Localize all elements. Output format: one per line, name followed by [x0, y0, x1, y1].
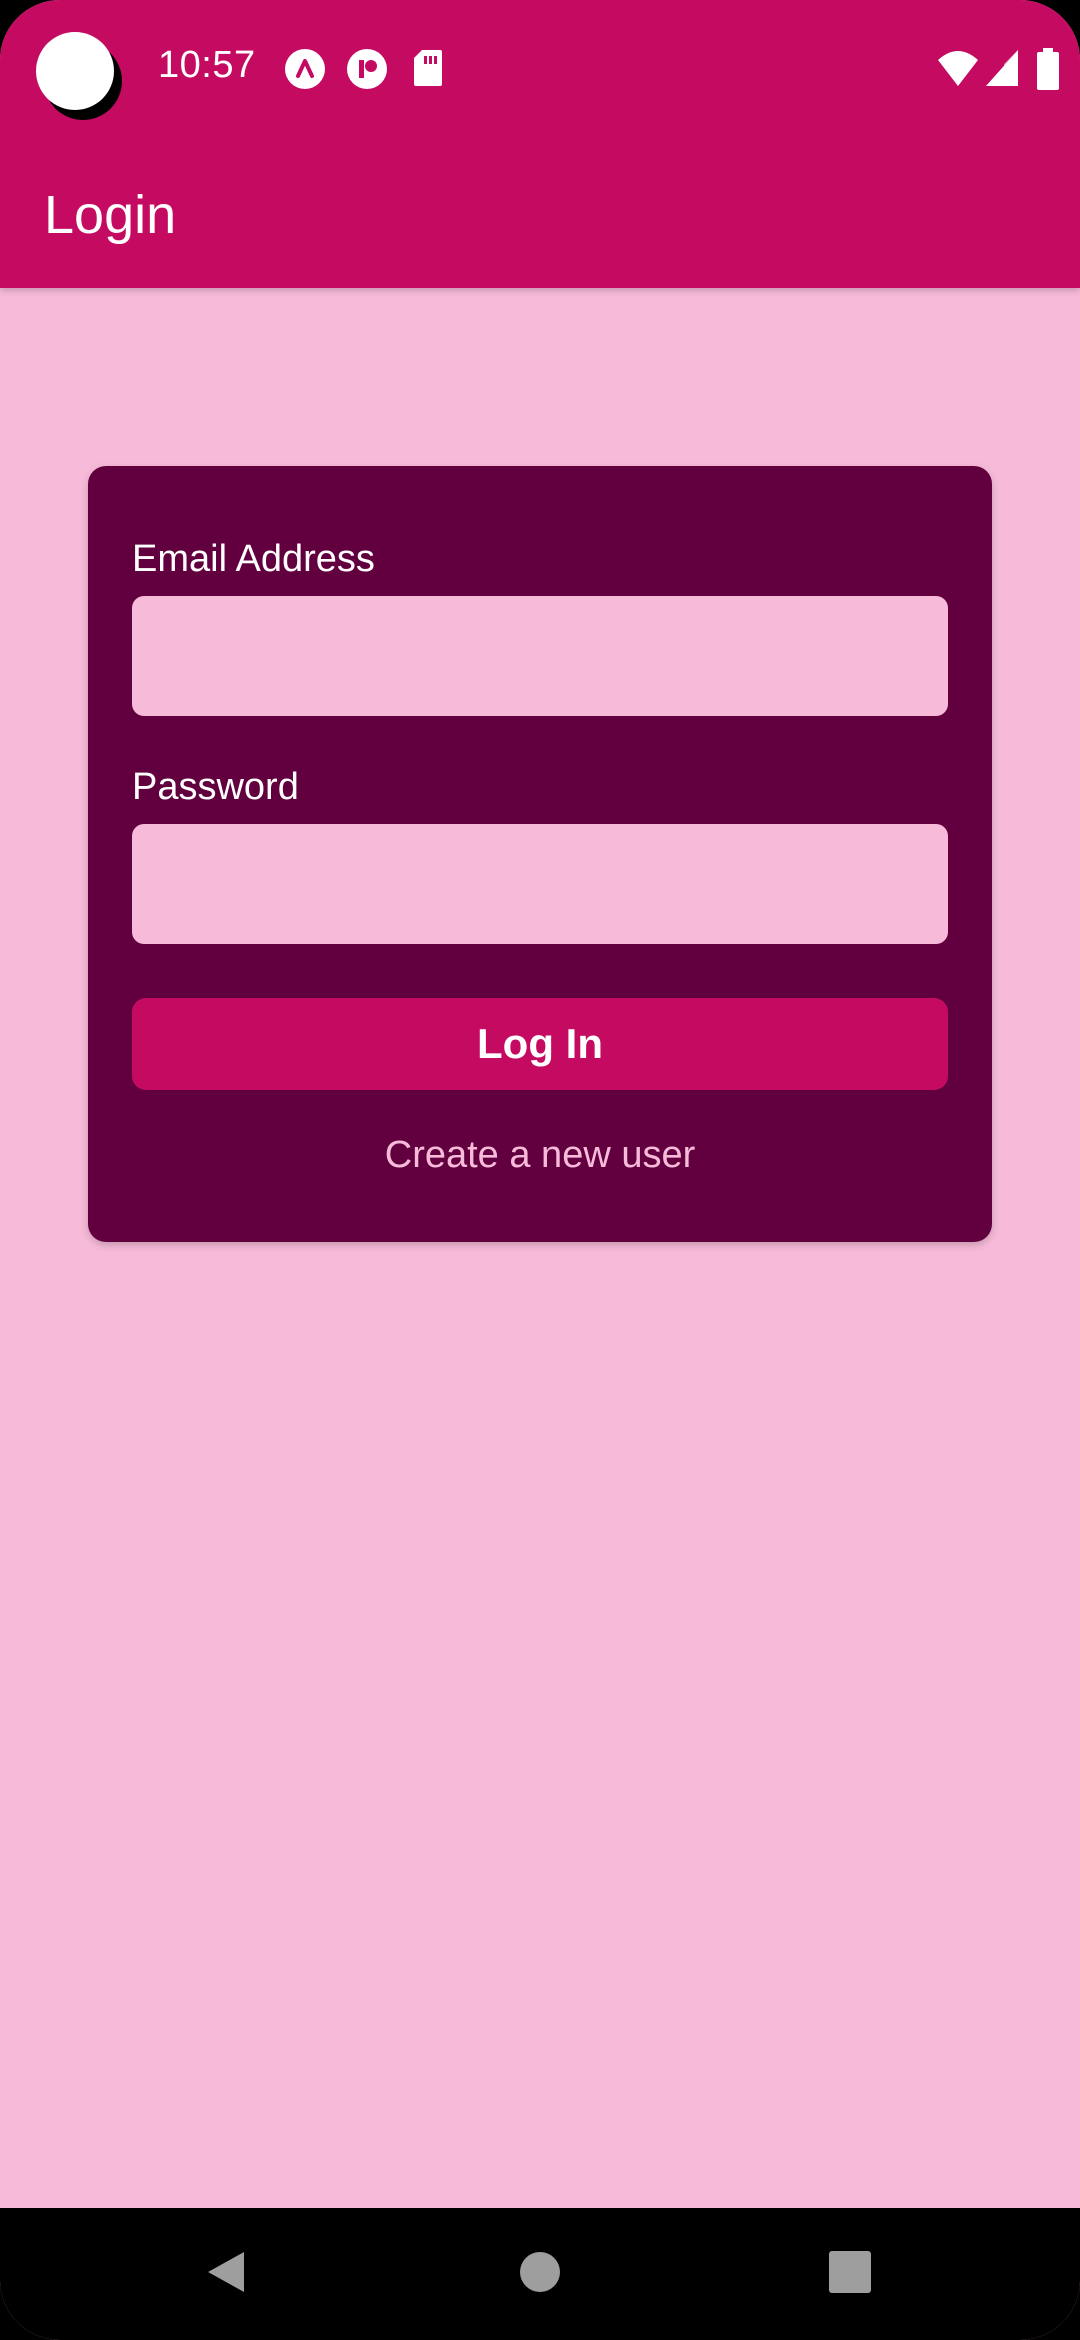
navigation-bar: [0, 2208, 1080, 2340]
password-label: Password: [132, 766, 299, 808]
wifi-icon: [936, 48, 980, 93]
phone-screen: 10:57 Login Email Address Password Log I…: [0, 0, 1080, 2340]
email-field[interactable]: [132, 596, 948, 716]
status-bar: 10:57: [0, 0, 1080, 140]
app-a-icon: [284, 48, 326, 95]
back-icon: [204, 2248, 248, 2301]
back-button[interactable]: [166, 2208, 286, 2340]
recents-icon: [829, 2250, 871, 2298]
home-button[interactable]: [480, 2208, 600, 2340]
page-title: Login: [44, 185, 177, 245]
app-p-icon: [346, 48, 388, 95]
sd-card-icon: [412, 48, 444, 93]
battery-icon: [1036, 48, 1060, 95]
login-card: Email Address Password Log In Create a n…: [88, 466, 992, 1242]
create-user-link[interactable]: Create a new user: [88, 1134, 992, 1177]
home-icon: [519, 2251, 561, 2298]
login-button[interactable]: Log In: [132, 998, 948, 1090]
camera-cutout: [36, 32, 114, 110]
top-app-bar: 10:57 Login: [0, 0, 1080, 288]
password-field[interactable]: [132, 824, 948, 944]
recents-button[interactable]: [790, 2208, 910, 2340]
cell-signal-icon: [984, 48, 1020, 93]
status-time: 10:57: [158, 44, 256, 86]
email-label: Email Address: [132, 538, 375, 580]
